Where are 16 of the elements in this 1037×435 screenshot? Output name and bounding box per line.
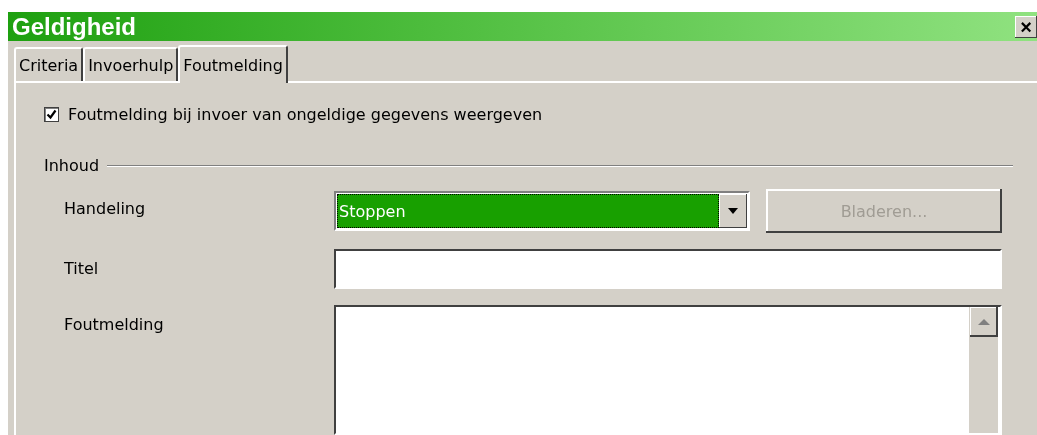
- scroll-up-button[interactable]: [970, 307, 998, 337]
- tab[interactable]: Criteria: [14, 47, 84, 81]
- dropdown-arrow-button[interactable]: [719, 194, 747, 228]
- up-arrow-icon: [978, 319, 990, 325]
- checkbox[interactable]: [44, 107, 59, 122]
- field-label: Foutmelding: [64, 314, 165, 336]
- field-label: Titel: [64, 258, 100, 280]
- title-input[interactable]: [334, 249, 1002, 289]
- field-label: Handeling: [64, 198, 147, 220]
- group-heading: Inhoud: [44, 156, 100, 175]
- checkbox-label: Foutmelding bij invoer van ongeldige gegevens weergeven: [68, 105, 543, 124]
- tab[interactable]: Invoerhulp: [83, 47, 179, 81]
- close-button[interactable]: ×: [1015, 15, 1037, 38]
- window-title: Geldigheid: [12, 12, 136, 41]
- caret-icon: [728, 208, 738, 214]
- tab[interactable]: Foutmelding: [178, 45, 288, 83]
